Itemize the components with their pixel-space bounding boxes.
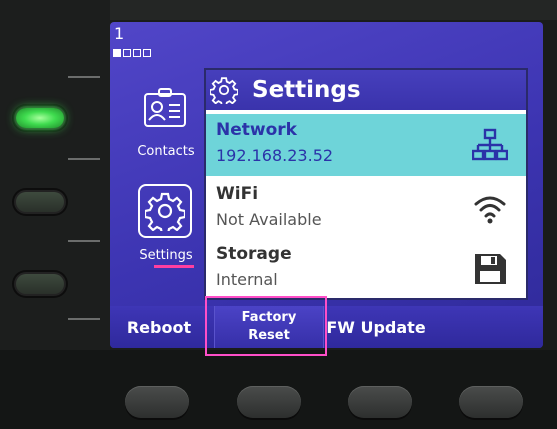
line-separator <box>68 240 100 242</box>
fw-update-softkey[interactable]: FW Update <box>324 306 428 348</box>
row-value: Not Available <box>216 210 322 229</box>
physical-softkey-3[interactable] <box>348 386 412 418</box>
annotation-highlight-box <box>205 296 327 356</box>
gear-icon <box>210 77 238 104</box>
settings-panel-header: Settings <box>206 70 526 110</box>
settings-panel: Settings Network 192.168.23.52 WiFi Not … <box>206 70 526 298</box>
wifi-icon <box>474 196 506 224</box>
reboot-label: Reboot <box>126 317 192 337</box>
row-title: Network <box>216 120 297 140</box>
network-icon <box>472 128 508 161</box>
line-key-2[interactable] <box>12 188 68 216</box>
settings-label: Settings <box>139 248 193 263</box>
physical-softkey-1[interactable] <box>125 386 189 418</box>
contacts-label: Contacts <box>137 144 195 159</box>
page-dot <box>123 49 131 57</box>
page-dot <box>133 49 141 57</box>
contacts-card-icon <box>144 88 186 127</box>
line-number: 1 <box>114 24 125 43</box>
floppy-disk-icon <box>475 254 506 284</box>
physical-softkey-2[interactable] <box>237 386 301 418</box>
row-title: WiFi <box>216 184 259 204</box>
page-dot <box>143 49 151 57</box>
selected-app-indicator <box>154 265 194 268</box>
line-key-1[interactable] <box>12 104 68 132</box>
fw-update-label: FW Update <box>326 317 426 337</box>
line-key-3[interactable] <box>12 270 68 298</box>
settings-panel-title: Settings <box>252 77 361 103</box>
row-title: Storage <box>216 244 292 264</box>
phone-photo: 1 Contacts Settings Settings Network 192… <box>0 0 557 429</box>
contacts-app-button[interactable] <box>140 86 190 132</box>
settings-row-network[interactable]: Network 192.168.23.52 <box>206 114 526 176</box>
settings-row-storage[interactable]: Storage Internal <box>206 238 526 300</box>
row-value: Internal <box>216 270 278 289</box>
physical-softkey-4[interactable] <box>459 386 523 418</box>
settings-row-wifi[interactable]: WiFi Not Available <box>206 178 526 240</box>
page-dot <box>113 49 121 57</box>
line-separator <box>68 158 100 160</box>
page-indicator <box>113 49 151 57</box>
line-separator <box>68 76 100 78</box>
settings-app-button[interactable] <box>138 184 192 238</box>
row-value: 192.168.23.52 <box>216 146 334 165</box>
gear-icon <box>145 192 185 231</box>
line-separator <box>68 318 100 320</box>
reboot-softkey[interactable]: Reboot <box>110 306 208 348</box>
